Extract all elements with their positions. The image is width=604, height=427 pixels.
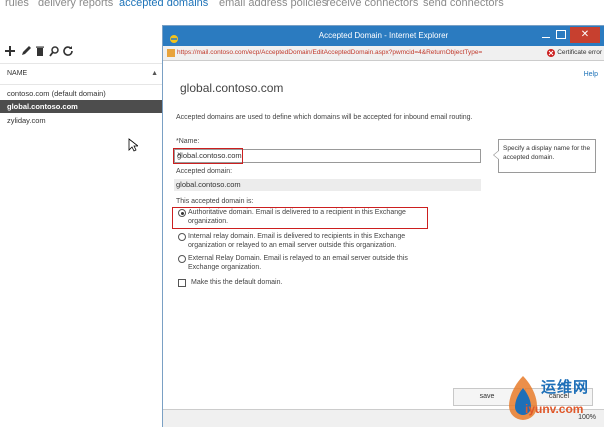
- help-link[interactable]: Help: [584, 71, 598, 78]
- radio-internal-relay-label: Internal relay domain. Email is delivere…: [188, 233, 406, 249]
- add-icon[interactable]: [4, 44, 16, 56]
- name-label: *Name:: [176, 138, 200, 145]
- clear-icon[interactable]: ×: [177, 150, 477, 159]
- list-item-label: global.contoso.com: [7, 102, 78, 111]
- radio-authoritative-label: Authoritative domain. Email is delivered…: [188, 209, 406, 225]
- list-item-label: zyliday.com: [7, 116, 46, 125]
- radio-external-relay[interactable]: External Relay Domain. Email is relayed …: [178, 254, 458, 272]
- name-input[interactable]: global.contoso.com ×: [174, 149, 481, 163]
- maximize-button[interactable]: [556, 30, 566, 39]
- nav-send-connectors[interactable]: send connectors: [423, 0, 504, 9]
- list-item[interactable]: zyliday.com: [0, 114, 164, 127]
- list-header[interactable]: NAME ▲: [0, 63, 164, 85]
- accepted-domain-value: global.contoso.com: [174, 179, 481, 191]
- nav-receive-connectors[interactable]: receive connectors: [326, 0, 418, 9]
- url-text[interactable]: https://mail.contoso.com/ecp/AcceptedDom…: [177, 49, 482, 56]
- certificate-error-indicator[interactable]: Certificate error: [545, 49, 602, 57]
- certificate-error-text: Certificate error: [557, 49, 602, 56]
- accepted-domain-text: global.contoso.com: [176, 180, 241, 189]
- accepted-domain-label: Accepted domain:: [176, 168, 233, 175]
- edit-icon[interactable]: [20, 44, 32, 56]
- tooltip: Specify a display name for the accepted …: [493, 139, 596, 173]
- close-button[interactable]: ✕: [570, 27, 600, 43]
- nav-rules[interactable]: rules: [5, 0, 29, 9]
- window-titlebar: Accepted Domain - Internet Explorer ✕: [163, 26, 604, 46]
- delete-icon[interactable]: [34, 44, 46, 56]
- window-title: Accepted Domain - Internet Explorer: [318, 31, 449, 40]
- radio-button[interactable]: [178, 233, 186, 241]
- page-title: global.contoso.com: [180, 81, 284, 95]
- accepted-domain-dialog: Accepted Domain - Internet Explorer ✕ ht…: [163, 26, 604, 427]
- radio-external-relay-label: External Relay Domain. Email is relayed …: [188, 255, 408, 271]
- radio-authoritative[interactable]: Authoritative domain. Email is delivered…: [178, 208, 458, 226]
- watermark-logo: 运维网 iyunv.com: [503, 372, 604, 426]
- list-item-selected[interactable]: global.contoso.com: [0, 100, 164, 113]
- nav-delivery-reports[interactable]: delivery reports: [38, 0, 113, 9]
- address-bar[interactable]: https://mail.contoso.com/ecp/AcceptedDom…: [163, 46, 604, 61]
- watermark-en: iyunv.com: [525, 402, 584, 416]
- description-text: Accepted domains are used to define whic…: [176, 114, 473, 121]
- radio-button[interactable]: [178, 255, 186, 263]
- mouse-cursor-icon: [128, 138, 140, 152]
- domain-type-label: This accepted domain is:: [176, 198, 254, 205]
- watermark-cn: 运维网: [541, 379, 590, 396]
- top-nav: rules delivery reports accepted domains …: [0, 0, 604, 14]
- nav-email-address-policies[interactable]: email address policies: [219, 0, 327, 9]
- radio-internal-relay[interactable]: Internal relay domain. Email is delivere…: [178, 232, 458, 250]
- list-item[interactable]: contoso.com (default domain): [0, 87, 164, 100]
- refresh-icon[interactable]: [62, 44, 74, 56]
- page-icon: [167, 49, 175, 57]
- nav-accepted-domains[interactable]: accepted domains: [119, 0, 208, 9]
- minimize-button[interactable]: [542, 37, 550, 38]
- default-domain-label: Make this the default domain.: [191, 279, 283, 286]
- checkbox[interactable]: [178, 279, 186, 287]
- list-item-label: contoso.com (default domain): [7, 89, 106, 98]
- column-header-name[interactable]: NAME: [7, 70, 27, 77]
- search-icon[interactable]: [48, 44, 60, 57]
- radio-button-checked[interactable]: [178, 209, 186, 217]
- sort-ascending-icon[interactable]: ▲: [151, 70, 158, 77]
